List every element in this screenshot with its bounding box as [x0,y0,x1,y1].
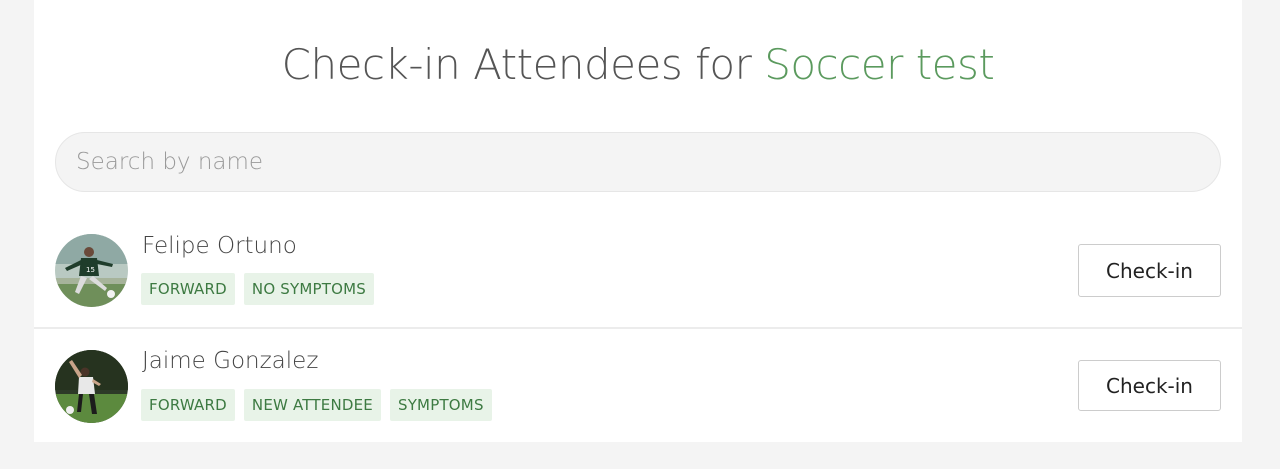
checkin-card: Check-in Attendees for Soccer test 15 Fe… [34,0,1242,442]
checkin-button[interactable]: Check-in [1078,244,1221,297]
avatar: 15 [55,234,128,307]
player-photo-avatar-icon: 15 [55,234,128,307]
attendee-tags: FORWARD NEW ATTENDEE SYMPTOMS [141,389,492,421]
avatar [55,350,128,423]
svg-text:15: 15 [86,266,95,274]
row-divider [34,327,1242,329]
tag-symptom-status: NO SYMPTOMS [243,273,375,305]
attendee-row: 15 Felipe Ortuno FORWARD NO SYMPTOMS Che… [34,218,1242,328]
tag-new-attendee: NEW ATTENDEE [243,389,381,421]
page-title: Check-in Attendees for Soccer test [34,38,1242,92]
search-input[interactable] [55,132,1221,192]
attendee-name: Felipe Ortuno [142,233,297,259]
attendee-row: Jaime Gonzalez FORWARD NEW ATTENDEE SYMP… [34,333,1242,443]
title-prefix: Check-in Attendees for [281,40,765,89]
tag-symptom-status: SYMPTOMS [389,389,492,421]
attendee-name: Jaime Gonzalez [142,348,319,374]
checkin-button[interactable]: Check-in [1078,360,1221,411]
player-photo-avatar-icon [55,350,128,423]
tag-position: FORWARD [141,273,235,305]
attendee-tags: FORWARD NO SYMPTOMS [141,273,375,305]
event-name: Soccer test [764,40,995,89]
tag-position: FORWARD [141,389,235,421]
